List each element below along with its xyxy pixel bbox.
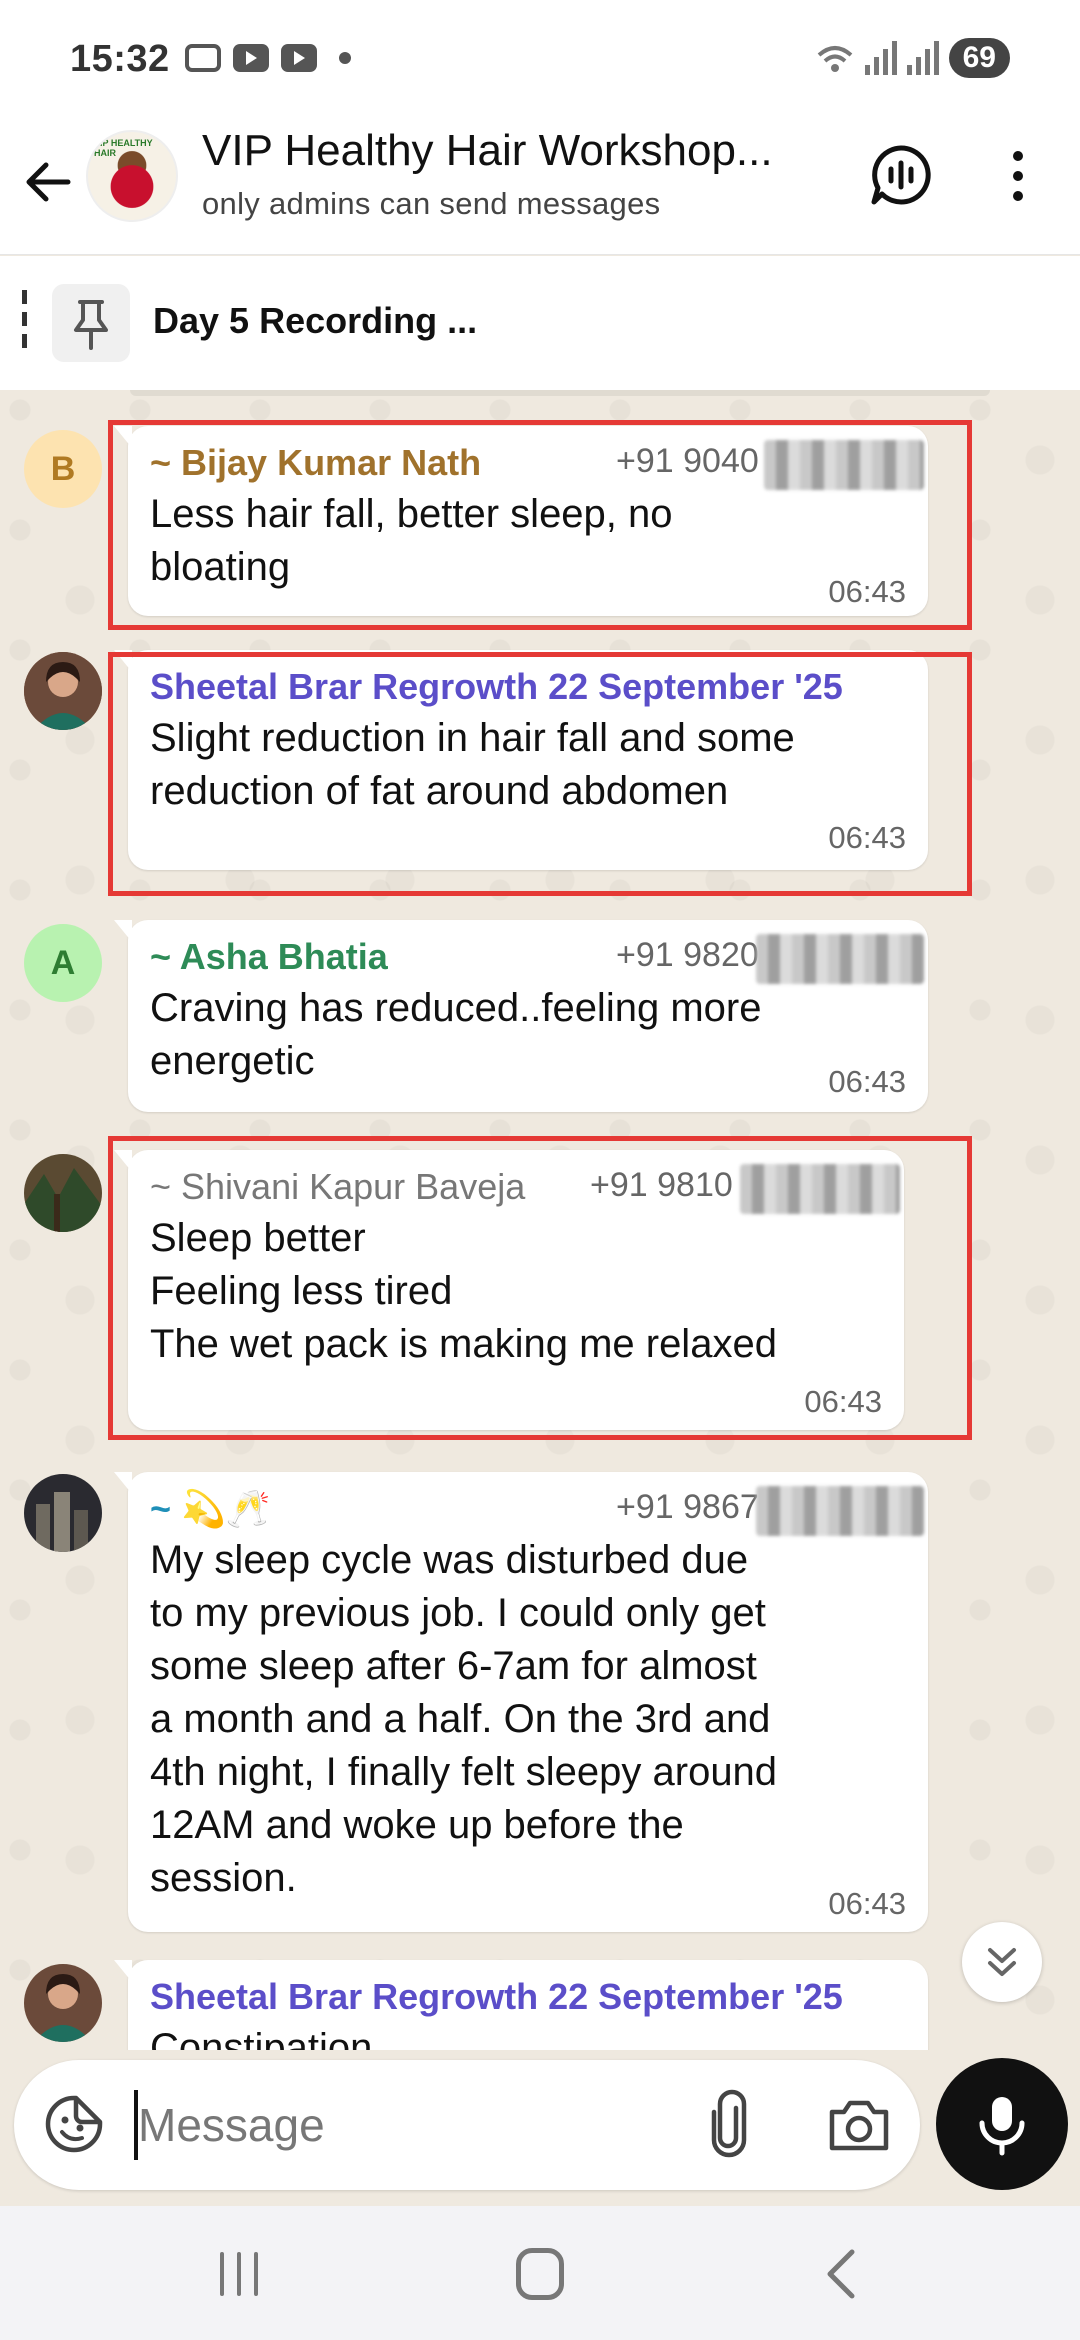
chat-header: VIP HEALTHY HAIR VIP Healthy Hair Worksh…	[0, 122, 1080, 255]
avatar-sheetal[interactable]	[24, 652, 102, 730]
avatar-asha[interactable]: A	[24, 924, 102, 1002]
avatar-bijay[interactable]: B	[24, 430, 102, 508]
pin-indicator	[22, 290, 27, 356]
notification-icons	[185, 44, 351, 72]
pinned-message-bar[interactable]: Day 5 Recording ...	[0, 256, 1080, 390]
back-button[interactable]	[18, 152, 78, 212]
mic-icon	[979, 2097, 1025, 2156]
highlight-box	[108, 1136, 972, 1440]
attach-icon	[711, 2089, 747, 2158]
youtube-icon-2	[281, 44, 317, 72]
nav-back-button[interactable]	[820, 2246, 864, 2302]
camera-icon	[829, 2100, 889, 2151]
signal-icon	[864, 41, 897, 75]
status-time: 15:32	[70, 38, 170, 80]
message-text: Craving has reduced..feeling more energe…	[150, 986, 762, 1083]
system-navigation-bar	[0, 2206, 1080, 2340]
voice-chat-icon	[871, 145, 931, 205]
bubble-tail	[114, 1960, 132, 1982]
message-time: 06:43	[828, 1064, 906, 1099]
more-notifications-dot-icon	[339, 52, 351, 64]
camera-button[interactable]	[826, 2094, 892, 2156]
message-composer	[14, 2060, 920, 2190]
status-bar: 15:32 69	[0, 0, 1080, 122]
profile-photo-icon	[24, 1474, 102, 1552]
home-button[interactable]	[516, 2248, 564, 2300]
voice-chat-button[interactable]	[868, 142, 934, 208]
highlight-box	[108, 420, 972, 630]
nav-back-icon	[827, 2249, 855, 2299]
avatar-shivani[interactable]	[24, 1154, 102, 1232]
group-subtitle: only admins can send messages	[202, 186, 661, 221]
youtube-icon	[233, 44, 269, 72]
previous-bubble-edge	[130, 390, 990, 396]
avatar-emoji-user[interactable]	[24, 1474, 102, 1552]
message-input[interactable]	[138, 2086, 658, 2164]
sender-name[interactable]: Sheetal Brar Regrowth 22 September '25	[150, 1976, 843, 2018]
avatar-sheetal[interactable]	[24, 1964, 102, 2042]
sender-name[interactable]: ~ Asha Bhatia	[150, 936, 388, 978]
message-bubble[interactable]: ~ 💫🥂 +91 9867 My sleep cycle was disturb…	[114, 1472, 928, 1932]
pinned-message-text: Day 5 Recording ...	[153, 300, 478, 341]
back-arrow-icon	[26, 162, 71, 202]
pin-icon-box	[52, 284, 130, 362]
battery-indicator: 69	[948, 38, 1010, 78]
scroll-to-bottom-button[interactable]	[962, 1922, 1042, 2002]
sender-phone: +91 9820	[616, 936, 759, 974]
profile-photo-icon	[24, 1154, 102, 1232]
redacted-phone-digits	[756, 1486, 924, 1536]
sticker-button[interactable]	[42, 2092, 106, 2156]
sender-phone: +91 9867	[616, 1488, 759, 1526]
more-vert-icon	[1013, 151, 1023, 201]
screenshot-icon	[185, 44, 221, 72]
more-options-button[interactable]	[1000, 144, 1036, 208]
recents-button[interactable]	[214, 2248, 264, 2300]
wifi-icon	[817, 46, 852, 72]
bubble-tail	[114, 1472, 132, 1494]
signal-icon-2	[906, 41, 939, 75]
group-avatar[interactable]: VIP HEALTHY HAIR	[86, 130, 178, 222]
avatar-logo-text: VIP HEALTHY HAIR	[94, 138, 153, 158]
message-text: My sleep cycle was disturbed due to my p…	[150, 1538, 778, 1900]
highlight-box	[108, 652, 972, 896]
bubble-tail	[114, 920, 132, 942]
double-chevron-down-icon	[988, 1948, 1016, 1976]
profile-photo-icon	[24, 1964, 102, 2042]
chat-messages[interactable]: B ~ Bijay Kumar Nath +91 9040 Less hair …	[0, 390, 1080, 2050]
sticker-icon	[45, 2095, 103, 2153]
pin-icon	[74, 300, 108, 350]
message-time: 06:43	[828, 1886, 906, 1921]
system-icons: 69	[815, 38, 1010, 78]
recents-icon	[220, 2252, 258, 2296]
profile-photo-icon	[24, 652, 102, 730]
voice-record-button[interactable]	[936, 2058, 1068, 2190]
message-bubble[interactable]: ~ Asha Bhatia +91 9820 Craving has reduc…	[114, 920, 928, 1112]
redacted-phone-digits	[756, 934, 924, 984]
attach-button[interactable]	[694, 2088, 764, 2162]
message-bubble[interactable]: Sheetal Brar Regrowth 22 September '25 C…	[114, 1960, 928, 2050]
message-text: Constipation	[150, 2026, 373, 2050]
sender-name[interactable]: ~ 💫🥂	[150, 1488, 271, 1530]
group-title[interactable]: VIP Healthy Hair Workshop...	[202, 126, 822, 176]
